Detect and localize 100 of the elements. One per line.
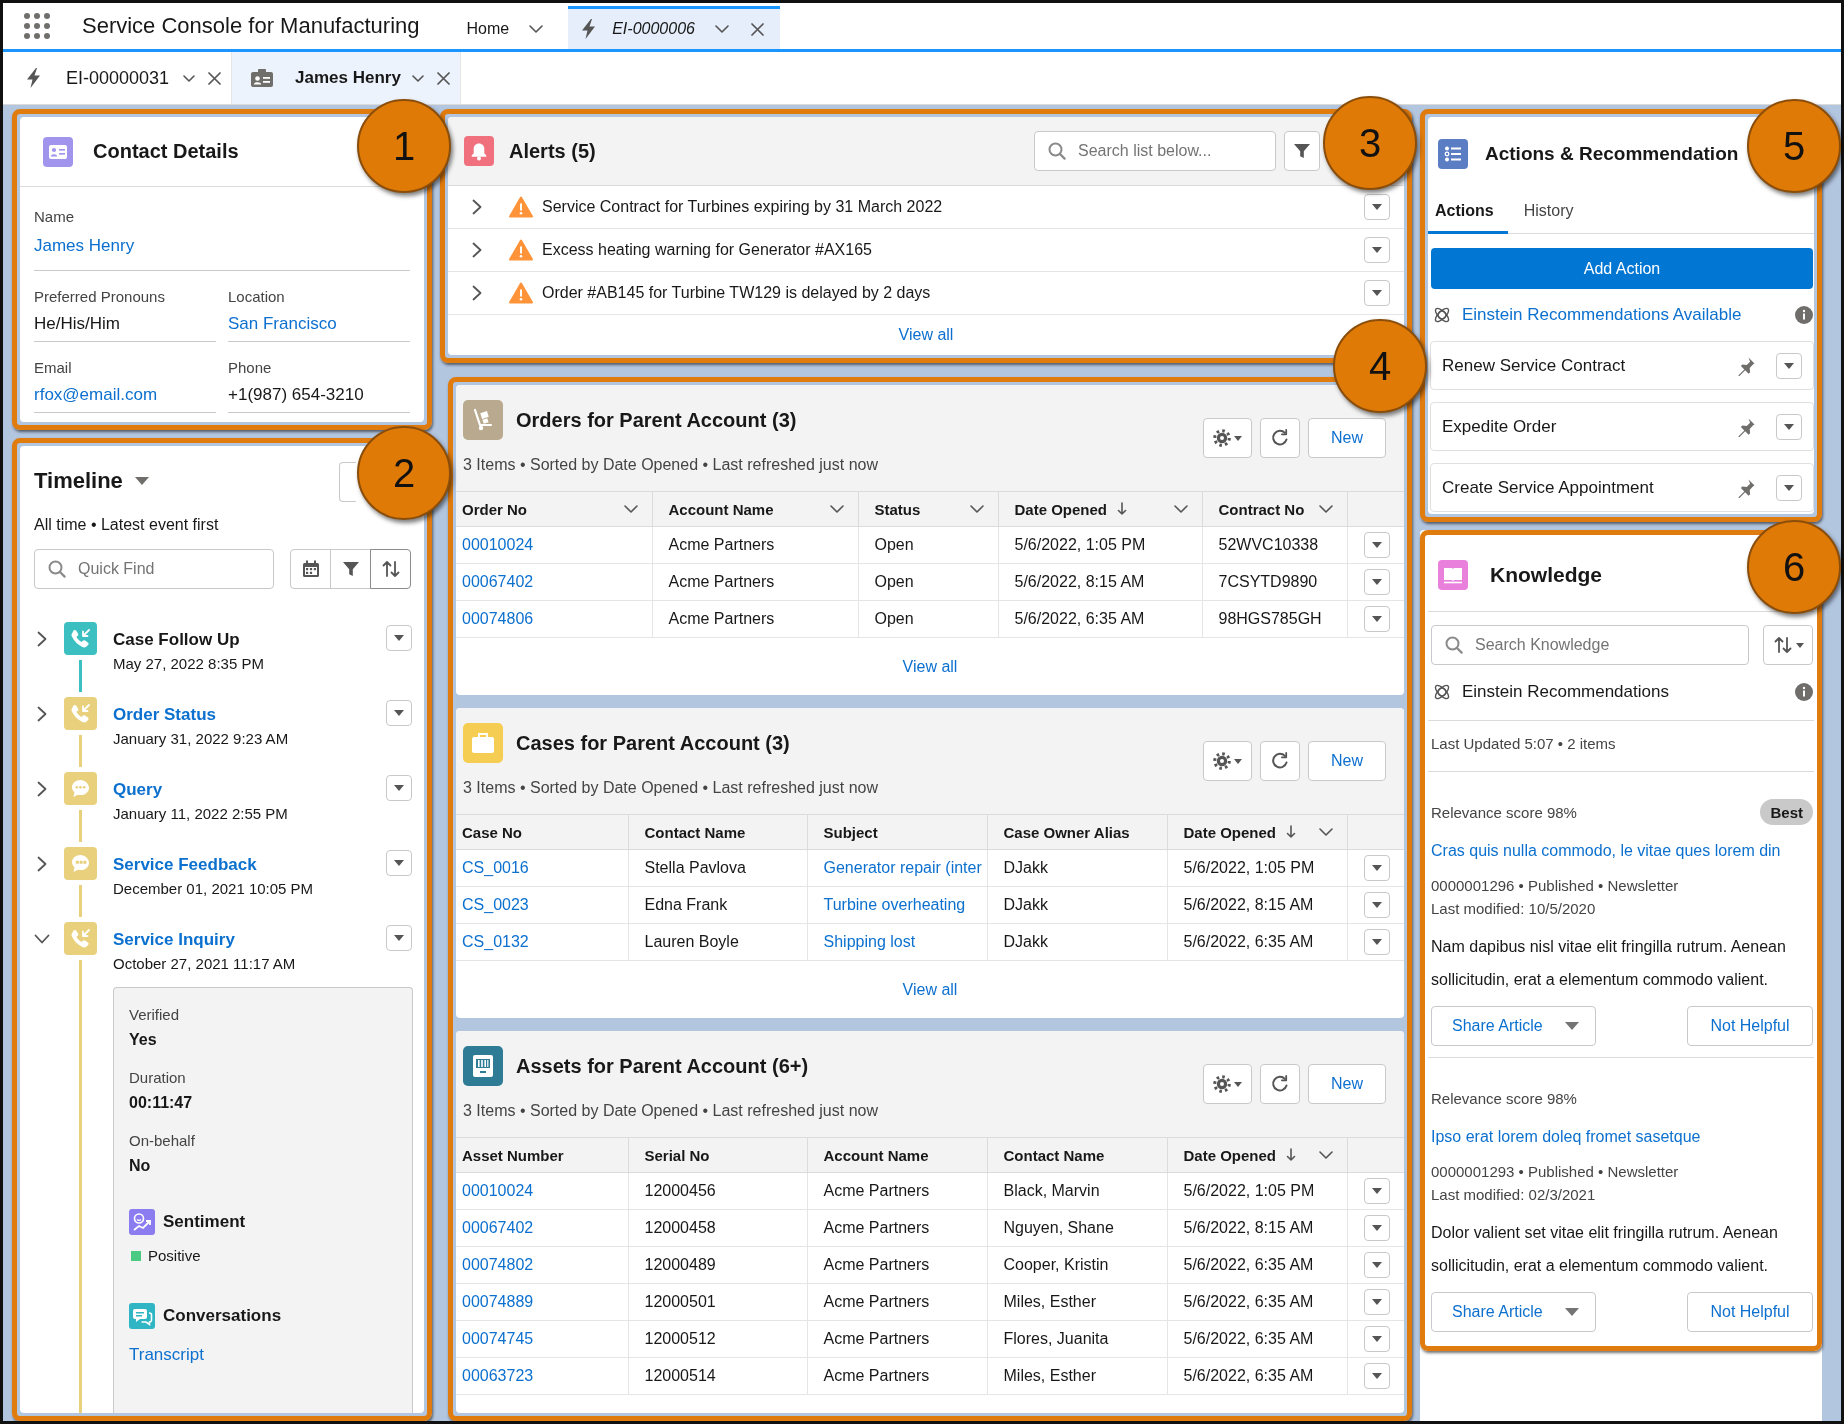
contact-link[interactable]: rfox@email.com (34, 383, 158, 407)
chevron-right-icon[interactable] (37, 631, 47, 647)
record-link[interactable]: 00063723 (462, 1367, 534, 1384)
sort-button[interactable] (370, 549, 411, 589)
chevron-down-icon[interactable] (1318, 505, 1333, 513)
caret-down-icon[interactable] (1372, 290, 1382, 296)
pin-icon[interactable] (1736, 355, 1756, 376)
nav-tab[interactable]: Home (466, 6, 569, 49)
not-helpful-button[interactable]: Not Helpful (1687, 1006, 1813, 1046)
panel-tab[interactable]: History (1507, 190, 1588, 234)
action-menu-button[interactable] (1776, 352, 1802, 379)
panel-tab[interactable]: Actions (1428, 190, 1508, 234)
caret-down-icon[interactable] (1371, 1373, 1382, 1379)
new-button[interactable]: New (1308, 1064, 1386, 1104)
caret-down-icon[interactable] (1371, 1188, 1382, 1194)
chevron-down-icon[interactable] (183, 74, 195, 82)
record-link[interactable]: 00074889 (462, 1293, 534, 1310)
action-item[interactable]: Create Service Appointment (1430, 463, 1814, 512)
item-menu-button[interactable] (386, 700, 412, 726)
item-menu-button[interactable] (386, 775, 412, 801)
caret-down-icon[interactable] (1784, 362, 1794, 369)
caret-down-icon[interactable] (1564, 1308, 1579, 1316)
article-link[interactable]: Cras quis nulla commodo, le vitae ques lorem din (1431, 839, 1781, 863)
pin-icon[interactable] (1736, 477, 1756, 498)
caret-down-icon[interactable] (1371, 902, 1382, 908)
share-article-button[interactable]: Share Article (1431, 1292, 1596, 1332)
action-item[interactable]: Renew Service Contract (1430, 341, 1814, 390)
record-link[interactable]: CS_0016 (462, 859, 529, 876)
info-icon[interactable] (1795, 683, 1813, 701)
view-all-link[interactable]: View all (902, 657, 958, 676)
chevron-right-icon[interactable] (472, 285, 482, 301)
row-menu-button[interactable] (1363, 929, 1390, 955)
caret-down-icon[interactable] (1234, 1081, 1242, 1087)
caret-down-icon[interactable] (134, 477, 149, 485)
row-menu-button[interactable] (1363, 1215, 1390, 1241)
caret-down-icon[interactable] (1371, 1262, 1382, 1268)
timeline-item-link[interactable]: Service Inquiry (113, 929, 235, 951)
row-menu-button[interactable] (1363, 892, 1390, 918)
settings-menu-button[interactable] (1203, 418, 1252, 458)
action-menu-button[interactable] (1776, 474, 1802, 501)
record-link[interactable]: Generator repair (inter (823, 859, 982, 876)
timeline-item-link[interactable]: Service Feedback (113, 854, 257, 876)
not-helpful-button[interactable]: Not Helpful (1687, 1292, 1813, 1332)
caret-down-icon[interactable] (1234, 435, 1242, 441)
chevron-down-icon[interactable] (829, 505, 844, 513)
chevron-down-icon[interactable] (412, 74, 424, 82)
sort-button[interactable] (1763, 625, 1813, 665)
chevron-down-icon[interactable] (529, 25, 544, 33)
row-menu-button[interactable] (1363, 1289, 1390, 1315)
transcript-link[interactable]: Transcript (129, 1344, 204, 1366)
item-menu-button[interactable] (386, 850, 412, 876)
close-icon[interactable] (437, 71, 450, 85)
row-menu-button[interactable] (1363, 606, 1390, 632)
settings-menu-button[interactable] (1203, 1064, 1252, 1104)
chevron-down-icon[interactable] (1173, 505, 1188, 513)
search-field[interactable]: Quick Find (34, 549, 274, 589)
record-link[interactable]: Shipping lost (823, 933, 916, 950)
chevron-right-icon[interactable] (472, 242, 482, 258)
row-menu-button[interactable] (1363, 569, 1390, 595)
caret-down-icon[interactable] (1371, 616, 1382, 622)
caret-down-icon[interactable] (1371, 542, 1382, 548)
row-menu-button[interactable] (1363, 1363, 1390, 1389)
record-link[interactable]: Turbine overheating (823, 896, 966, 913)
record-link[interactable]: 00074806 (462, 610, 534, 627)
filter-button[interactable] (1284, 131, 1320, 171)
view-all-link[interactable]: View all (898, 326, 954, 344)
row-menu-button[interactable] (1364, 194, 1390, 220)
row-menu-button[interactable] (1363, 1252, 1390, 1278)
caret-down-icon[interactable] (394, 785, 404, 791)
close-icon[interactable] (750, 22, 764, 36)
new-button[interactable]: New (1308, 418, 1386, 458)
record-link[interactable]: 00010024 (462, 536, 534, 553)
row-menu-button[interactable] (1364, 280, 1390, 306)
recommendations-link[interactable]: Einstein Recommendations Available (1462, 305, 1742, 325)
caret-down-icon[interactable] (1371, 1336, 1382, 1342)
caret-down-icon[interactable] (1564, 1022, 1579, 1030)
add-action-button[interactable]: Add Action (1431, 248, 1813, 289)
record-link[interactable]: 00074802 (462, 1256, 534, 1273)
column-header[interactable]: Status (874, 500, 921, 518)
caret-down-icon[interactable] (1371, 1225, 1382, 1231)
record-link[interactable]: CS_0023 (462, 896, 529, 913)
row-menu-button[interactable] (1363, 855, 1390, 881)
chevron-down-icon[interactable] (1318, 1151, 1333, 1159)
chevron-right-icon[interactable] (472, 199, 482, 215)
row-menu-button[interactable] (1363, 1178, 1390, 1204)
column-header[interactable]: Subject (823, 823, 878, 841)
caret-down-icon[interactable] (394, 710, 404, 716)
search-field[interactable]: Search Knowledge (1431, 625, 1749, 665)
article-link[interactable]: Ipso erat lorem doleq fromet sasetque (1431, 1125, 1701, 1149)
contact-link[interactable]: James Henry (34, 234, 135, 258)
chevron-down-icon[interactable] (714, 25, 729, 33)
column-header[interactable]: Case No (462, 823, 523, 841)
caret-down-icon[interactable] (1371, 939, 1382, 945)
chevron-down-icon[interactable] (34, 934, 50, 944)
share-article-button[interactable]: Share Article (1431, 1006, 1596, 1046)
item-menu-button[interactable] (386, 625, 412, 651)
caret-down-icon[interactable] (1371, 1299, 1382, 1305)
caret-down-icon[interactable] (394, 635, 404, 641)
caret-down-icon[interactable] (1784, 423, 1794, 430)
chevron-right-icon[interactable] (37, 856, 47, 872)
